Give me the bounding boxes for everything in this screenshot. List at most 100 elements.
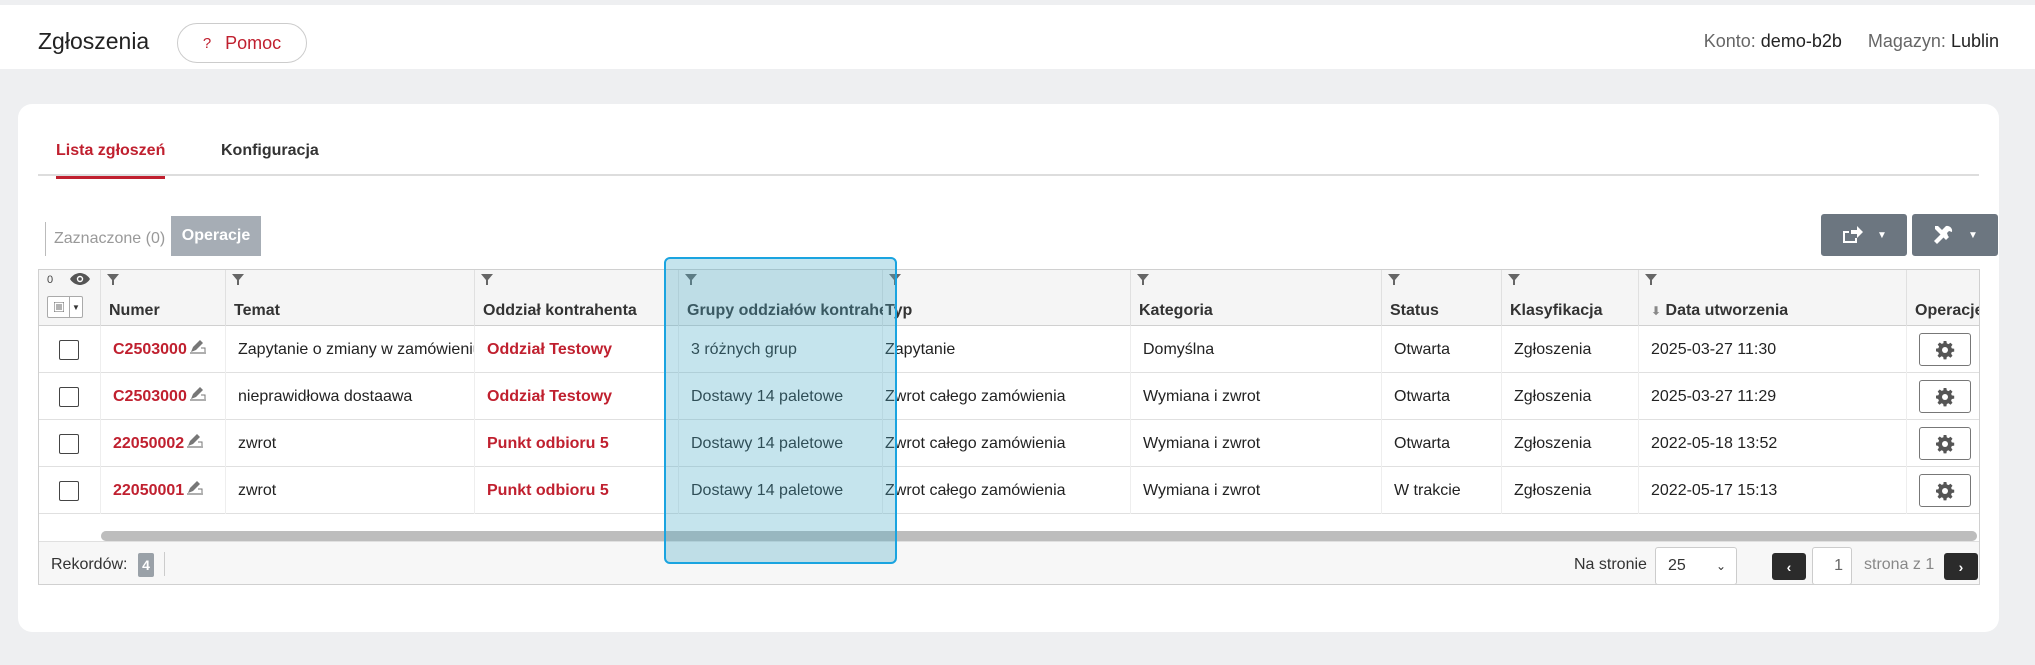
table-cell-oddzial[interactable]: Oddział Testowy	[475, 373, 679, 420]
prev-page-button[interactable]: ‹	[1772, 553, 1806, 580]
klasyfikacja-value: Zgłoszenia	[1514, 341, 1592, 358]
table-cell-kategoria: Wymiana i zwrot	[1131, 467, 1382, 514]
data-value: 2022-05-17 15:13	[1651, 482, 1778, 499]
row-settings-button[interactable]	[1919, 474, 1971, 507]
table-cell-numer[interactable]: C2503000	[101, 326, 226, 373]
table-cell-numer[interactable]: 22050001	[101, 467, 226, 514]
page-title: Zgłoszenia	[38, 28, 150, 54]
edit-icon[interactable]	[186, 467, 204, 514]
warehouse-value[interactable]: Lublin	[1951, 31, 1999, 51]
next-page-button[interactable]: ›	[1944, 553, 1978, 580]
table-cell-kategoria: Wymiana i zwrot	[1131, 420, 1382, 467]
edit-icon[interactable]	[189, 373, 207, 420]
status-value: Otwarta	[1394, 435, 1451, 452]
temat-value: zwrot	[238, 482, 277, 499]
column-header-klasyfikacja[interactable]: Klasyfikacja	[1502, 270, 1639, 326]
gear-icon	[1936, 481, 1955, 500]
page-input[interactable]: 1	[1812, 547, 1852, 584]
temat-value: zwrot	[238, 435, 277, 452]
export-dropdown-button[interactable]: ▼	[1821, 214, 1907, 256]
column-header-grupy[interactable]: Grupy oddziałów kontrahenta	[679, 270, 883, 326]
tools-icon	[1934, 225, 1953, 244]
typ-value: Zapytanie	[885, 341, 956, 358]
table-cell-klasyfikacja: Zgłoszenia	[1502, 326, 1639, 373]
row-select-cell	[39, 326, 101, 373]
row-checkbox[interactable]	[59, 434, 79, 454]
table-row[interactable]: C2503000 nieprawidłowa dostaawa Oddział Te…	[39, 373, 1979, 420]
main-card: Lista zgłoszeń Konfiguracja Zaznaczone (…	[18, 104, 1999, 632]
numer-value: 22050002	[113, 435, 185, 452]
column-header-numer[interactable]: Numer	[101, 270, 226, 326]
column-header-temat[interactable]: Temat	[226, 270, 475, 326]
oddzial-value: Oddział Testowy	[487, 341, 613, 358]
help-button[interactable]: ? Pomoc	[177, 23, 307, 63]
page-of-label: strona z 1	[1864, 556, 1935, 573]
filter-icon[interactable]	[107, 274, 119, 286]
table-row[interactable]: C2503000 Zapytanie o zmiany w zamówieniu O…	[39, 326, 1979, 373]
table-row[interactable]: 22050001 zwrot Punkt odbioru 5 Dostawy 14 p…	[39, 467, 1979, 514]
row-settings-button[interactable]	[1919, 427, 1971, 460]
table-row[interactable]: 22050002 zwrot Punkt odbioru 5 Dostawy 14 p…	[39, 420, 1979, 467]
table-cell-grupy: Dostawy 14 paletowe	[679, 373, 883, 420]
select-column-header: 0 ▼	[39, 270, 101, 326]
column-header-oddzial[interactable]: Oddział kontrahenta	[475, 270, 679, 326]
account-info: Konto: demo-b2b Magazyn: Lublin	[1704, 31, 1999, 52]
typ-value: Zwrot całego zamówienia	[885, 435, 1066, 452]
gear-icon	[1936, 340, 1955, 359]
table-cell-oddzial[interactable]: Oddział Testowy	[475, 326, 679, 373]
tools-dropdown-button[interactable]: ▼	[1912, 214, 1998, 256]
filter-icon[interactable]	[481, 274, 493, 286]
row-settings-button[interactable]	[1919, 380, 1971, 413]
filter-icon[interactable]	[889, 274, 901, 286]
klasyfikacja-value: Zgłoszenia	[1514, 388, 1592, 405]
table-cell-status: W trakcie	[1382, 467, 1502, 514]
column-header-status[interactable]: Status	[1382, 270, 1502, 326]
row-checkbox[interactable]	[59, 387, 79, 407]
tab-konfiguracja[interactable]: Konfiguracja	[221, 142, 319, 176]
horizontal-scrollbar[interactable]	[101, 531, 1977, 541]
status-value: Otwarta	[1394, 388, 1451, 405]
account-value[interactable]: demo-b2b	[1761, 31, 1842, 51]
table-cell-numer[interactable]: 22050002	[101, 420, 226, 467]
row-settings-button[interactable]	[1919, 333, 1971, 366]
grupy-value: Dostawy 14 paletowe	[691, 388, 844, 405]
table-cell-temat: Zapytanie o zmiany w zamówieniu	[226, 326, 475, 373]
row-select-cell	[39, 420, 101, 467]
kategoria-value: Wymiana i zwrot	[1143, 435, 1261, 452]
row-checkbox[interactable]	[59, 340, 79, 360]
table-cell-klasyfikacja: Zgłoszenia	[1502, 420, 1639, 467]
table-cell-temat: zwrot	[226, 467, 475, 514]
numer-value: C2503000	[113, 388, 187, 405]
column-selector[interactable]: ▼	[47, 296, 83, 318]
edit-icon[interactable]	[189, 326, 207, 373]
column-header-kategoria[interactable]: Kategoria	[1131, 270, 1382, 326]
row-select-cell	[39, 373, 101, 420]
records-count-badge: 4	[138, 553, 154, 577]
table-cell-status: Otwarta	[1382, 326, 1502, 373]
filter-icon[interactable]	[1508, 274, 1520, 286]
typ-value: Zwrot całego zamówienia	[885, 482, 1066, 499]
typ-value: Zwrot całego zamówienia	[885, 388, 1066, 405]
table-cell-kategoria: Domyślna	[1131, 326, 1382, 373]
filter-icon[interactable]	[232, 274, 244, 286]
filter-icon[interactable]	[1137, 274, 1149, 286]
temat-value: nieprawidłowa dostaawa	[238, 388, 413, 405]
column-header-typ[interactable]: Typ	[883, 270, 1131, 326]
eye-icon[interactable]	[69, 272, 91, 286]
table-cell-numer[interactable]: C2503000	[101, 373, 226, 420]
filter-icon[interactable]	[1388, 274, 1400, 286]
data-value: 2025-03-27 11:30	[1651, 341, 1777, 358]
filter-icon[interactable]	[685, 274, 697, 286]
operations-button[interactable]: Operacje	[171, 216, 261, 256]
selected-count: Zaznaczone (0)	[45, 222, 165, 256]
table-cell-oddzial[interactable]: Punkt odbioru 5	[475, 467, 679, 514]
table-cell-oddzial[interactable]: Punkt odbioru 5	[475, 420, 679, 467]
table-cell-temat: zwrot	[226, 420, 475, 467]
column-header-data[interactable]: ⬇ Data utworzenia	[1639, 270, 1907, 326]
chevron-down-icon: ▼	[1968, 229, 1978, 241]
per-page-select[interactable]: 25 ⌄	[1655, 547, 1737, 584]
edit-icon[interactable]	[186, 420, 204, 467]
filter-icon[interactable]	[1645, 274, 1657, 286]
row-checkbox[interactable]	[59, 481, 79, 501]
tab-lista-zgloszen[interactable]: Lista zgłoszeń	[56, 142, 166, 179]
